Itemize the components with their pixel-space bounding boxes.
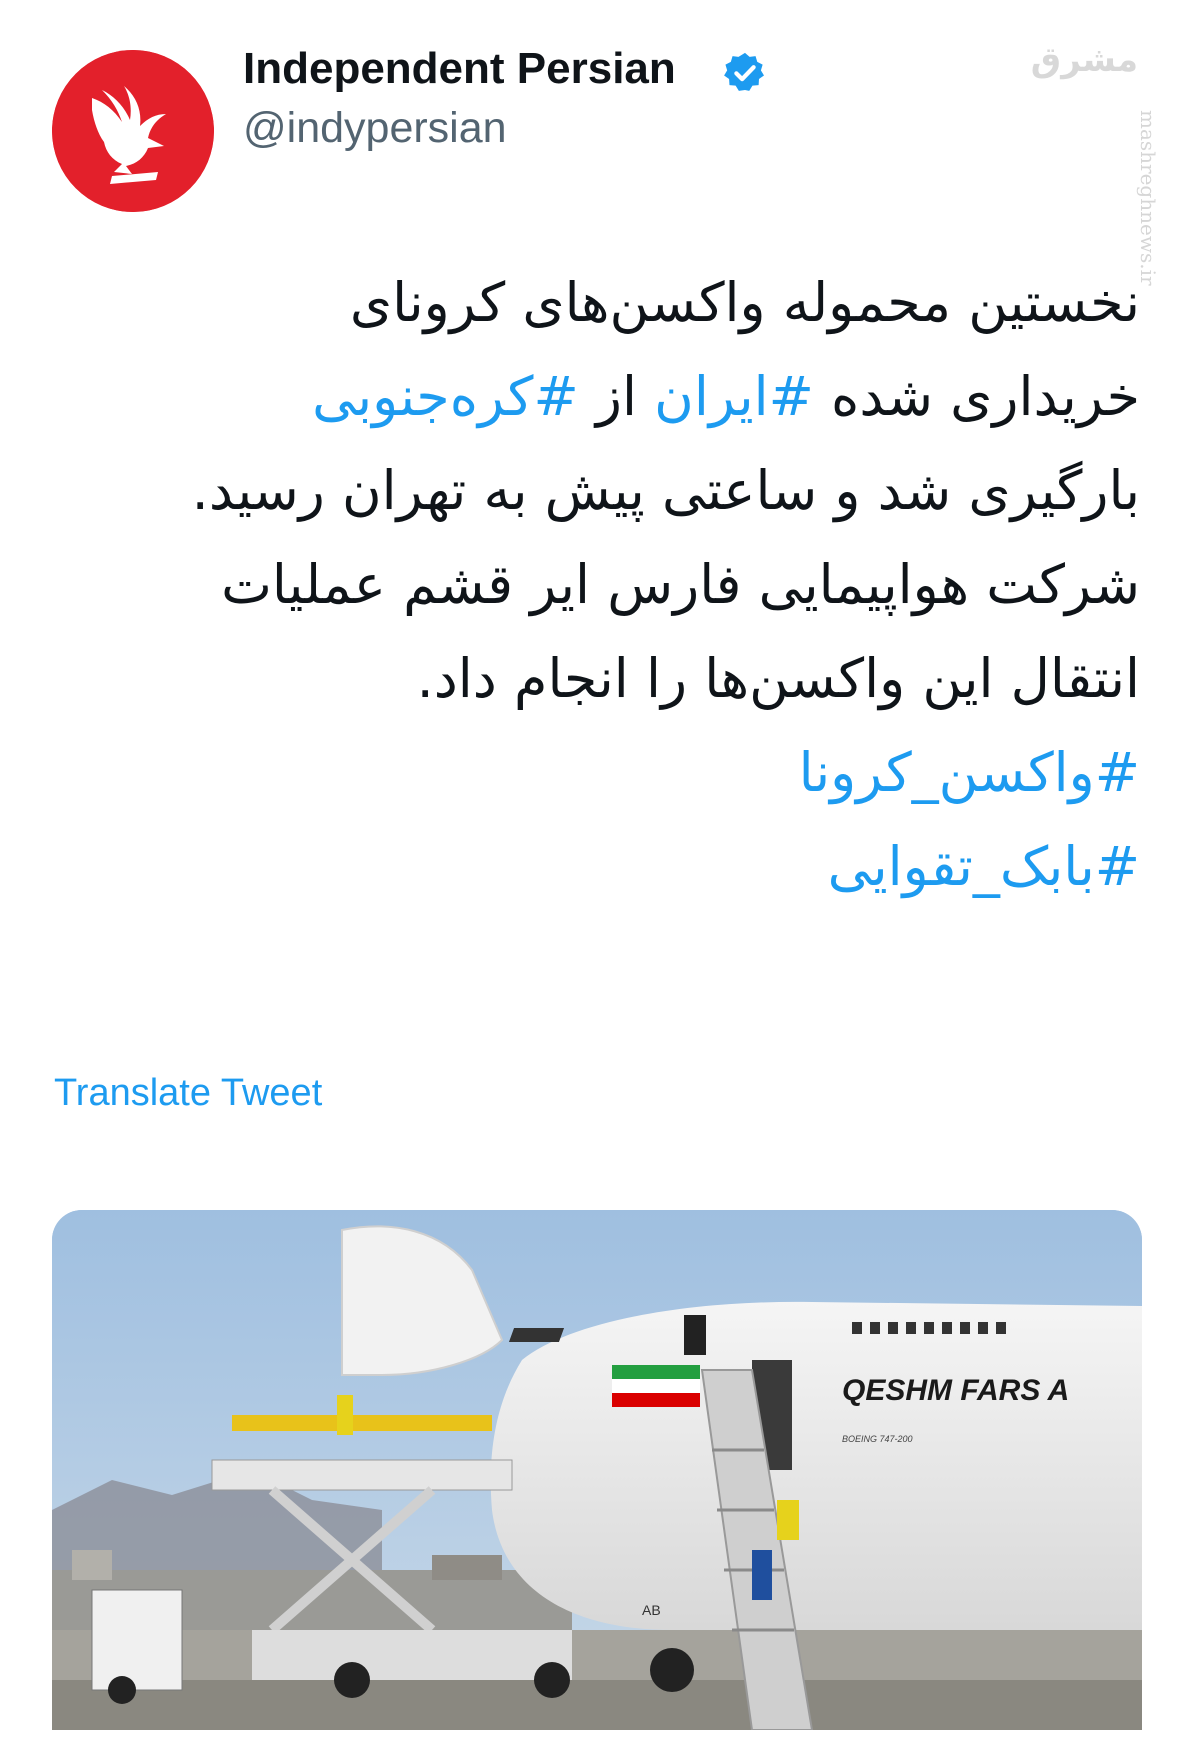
tweet-text-line: بارگیری شد و ساعتی پیش به تهران رسید. [80, 444, 1140, 538]
display-name[interactable]: Independent Persian [243, 44, 676, 94]
aircraft-livery-text: QESHM FARS A [842, 1374, 1069, 1407]
hashtag-link[interactable]: #کره‌جنوبی [312, 365, 579, 428]
aircraft-registration-text: AB [642, 1602, 661, 1618]
tweet-text-segment: از [578, 365, 655, 428]
tweet-text-line: شرکت هواپیمایی فارس ایر قشم عملیات [80, 538, 1140, 632]
user-handle[interactable]: @indypersian [243, 104, 507, 153]
tweet-text-segment: بارگیری شد و ساعتی پیش به تهران رسید. [191, 459, 1140, 522]
tweet-media-photo[interactable]: QESHM FARS A BOEING 747-200 AB [52, 1210, 1142, 1730]
translate-tweet-link[interactable]: Translate Tweet [54, 1072, 322, 1115]
hashtag-link[interactable]: #واکسن_کرونا [80, 726, 1140, 820]
tweet-text-segment: انتقال این واکسن‌ها را انجام داد. [416, 647, 1140, 710]
verified-badge-icon [724, 52, 764, 91]
tweet-text-line: نخستین محموله واکسن‌های کرونای [80, 256, 1140, 350]
watermark-logo: مشرق [1030, 40, 1138, 80]
avatar[interactable] [52, 50, 214, 212]
aircraft-model-text: BOEING 747-200 [842, 1434, 913, 1444]
eagle-logo-icon [52, 50, 214, 212]
tweet-text-segment: شرکت هواپیمایی فارس ایر قشم عملیات [221, 553, 1140, 616]
hashtag-link[interactable]: #بابک_تقوایی [80, 820, 1140, 914]
tweet-text-line: انتقال این واکسن‌ها را انجام داد. [80, 632, 1140, 726]
cargo-plane-photo: QESHM FARS A BOEING 747-200 AB [52, 1210, 1142, 1730]
tweet-text: نخستین محموله واکسن‌های کرونای خریداری شد… [80, 256, 1140, 914]
tweet-text-line: خریداری شده #ایران از #کره‌جنوبی [80, 350, 1140, 444]
tweet-text-segment: نخستین محموله واکسن‌های کرونای [349, 271, 1140, 334]
hashtag-link[interactable]: #ایران [654, 365, 814, 428]
tweet-card: Independent Persian @indypersian مشرق ma… [0, 0, 1200, 1751]
watermark: مشرق mashreghnews.ir [1030, 30, 1160, 286]
tweet-text-segment: خریداری شده [813, 365, 1140, 428]
